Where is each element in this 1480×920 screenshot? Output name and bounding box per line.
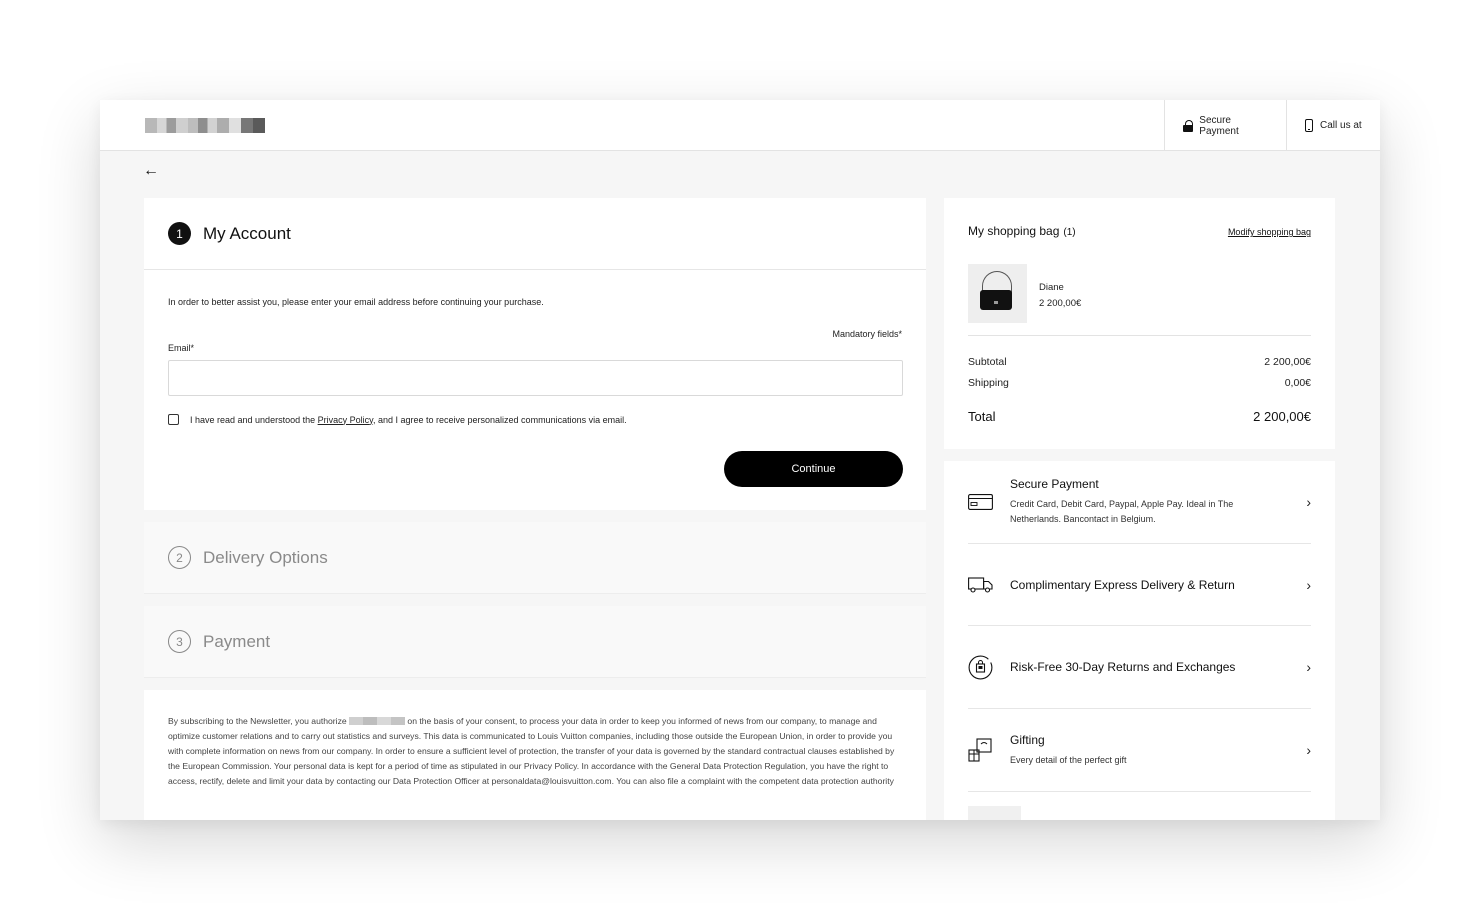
- subtotal-label: Subtotal: [968, 356, 1007, 368]
- secure-payment-label: Secure Payment: [1199, 114, 1239, 137]
- service-text: Complimentary Express Delivery & Return: [1010, 578, 1306, 592]
- my-account-header: 1 My Account: [144, 198, 926, 270]
- service-returns[interactable]: Risk-Free 30-Day Returns and Exchanges ›: [968, 626, 1311, 709]
- email-input[interactable]: [168, 360, 903, 396]
- service-text: Secure Payment Credit Card, Debit Card, …: [1010, 477, 1306, 527]
- services-list: Secure Payment Credit Card, Debit Card, …: [944, 461, 1335, 820]
- service-title: Gifting: [1010, 732, 1045, 747]
- delivery-options-step: 2 Delivery Options: [144, 522, 926, 594]
- total-row: Total 2 200,00€: [968, 409, 1311, 424]
- my-account-section: 1 My Account In order to better assist y…: [144, 198, 926, 510]
- brand-logo-redacted[interactable]: [145, 118, 265, 133]
- payment-title: Payment: [203, 631, 271, 651]
- bag-item-info: Diane 2 200,00€: [1039, 264, 1081, 323]
- privacy-consent-text: I have read and understood the Privacy P…: [190, 415, 627, 425]
- redacted-company-name: [349, 717, 406, 725]
- secure-payment-link[interactable]: Secure Payment: [1164, 100, 1286, 151]
- credit-card-icon: [968, 494, 993, 510]
- subtotal-value: 2 200,00€: [1264, 356, 1311, 368]
- email-label: Email*: [168, 343, 195, 353]
- my-account-title: My Account: [203, 223, 291, 243]
- service-packaging[interactable]: [968, 792, 1311, 820]
- subtotal-row: Subtotal 2 200,00€: [968, 356, 1311, 368]
- privacy-consent-checkbox[interactable]: [168, 414, 179, 425]
- payment-step: 3 Payment: [144, 606, 926, 678]
- consent-text-after: , and I agree to receive personalized co…: [372, 414, 627, 425]
- shopping-bag-header: My shopping bag (1) Modify shopping bag: [968, 224, 1311, 238]
- chevron-right-icon: ›: [1306, 576, 1311, 593]
- returns-bag-icon: [968, 655, 993, 680]
- service-title: Complimentary Express Delivery & Return: [1010, 577, 1235, 592]
- gift-box-icon: [968, 737, 993, 763]
- service-description: Every detail of the perfect gift: [1010, 754, 1127, 765]
- call-us-label: Call us at: [1320, 120, 1362, 131]
- mandatory-fields-note: Mandatory fields*: [832, 329, 902, 339]
- bag-item: Diane 2 200,00€: [968, 264, 1081, 323]
- shopping-bag-title: My shopping bag (1): [968, 224, 1076, 238]
- legal-text-before: By subscribing to the Newsletter, you au…: [168, 716, 350, 726]
- delivery-truck-icon: [968, 576, 993, 593]
- service-express-delivery[interactable]: Complimentary Express Delivery & Return …: [968, 544, 1311, 626]
- consent-text-before: I have read and understood the: [190, 414, 318, 425]
- privacy-policy-link[interactable]: Privacy Policy: [318, 415, 373, 425]
- product-name: Diane: [1039, 282, 1064, 293]
- chevron-right-icon: ›: [1306, 494, 1311, 510]
- newsletter-legal-text: By subscribing to the Newsletter, you au…: [168, 714, 902, 789]
- total-label: Total: [968, 409, 996, 424]
- total-value: 2 200,00€: [1253, 409, 1311, 424]
- shipping-value: 0,00€: [1284, 377, 1311, 389]
- chevron-right-icon: ›: [1306, 659, 1311, 675]
- step-number-3: 3: [168, 630, 191, 653]
- lock-icon: [1183, 119, 1194, 132]
- shipping-row: Shipping 0,00€: [968, 377, 1311, 389]
- checkout-window: Secure Payment Call us at ← 1 My Account…: [100, 100, 1380, 820]
- product-thumbnail: [968, 264, 1027, 323]
- bag-divider: [968, 335, 1311, 336]
- shopping-bag-summary: My shopping bag (1) Modify shopping bag D…: [944, 198, 1335, 449]
- service-title: Secure Payment: [1010, 477, 1099, 491]
- service-title: Risk-Free 30-Day Returns and Exchanges: [1010, 660, 1236, 674]
- newsletter-legal-section: By subscribing to the Newsletter, you au…: [144, 690, 926, 820]
- chevron-right-icon: ›: [1306, 742, 1311, 758]
- privacy-consent-row: I have read and understood the Privacy P…: [168, 414, 627, 425]
- step-number-2: 2: [168, 546, 191, 569]
- product-price: 2 200,00€: [1039, 298, 1082, 309]
- legal-text-after: on the basis of your consent, to process…: [168, 716, 895, 786]
- service-gifting[interactable]: Gifting Every detail of the perfect gift…: [968, 709, 1311, 792]
- service-description: Credit Card, Debit Card, Paypal, Apple P…: [1010, 499, 1234, 524]
- packaging-thumbnail: [968, 806, 1021, 820]
- shipping-label: Shipping: [968, 377, 1009, 389]
- service-secure-payment[interactable]: Secure Payment Credit Card, Debit Card, …: [968, 461, 1311, 544]
- continue-button[interactable]: Continue: [724, 451, 903, 487]
- shopping-bag-title-text: My shopping bag: [968, 224, 1060, 238]
- delivery-options-title: Delivery Options: [203, 547, 328, 567]
- account-intro-text: In order to better assist you, please en…: [168, 297, 544, 307]
- service-text: Risk-Free 30-Day Returns and Exchanges: [1010, 660, 1306, 674]
- phone-icon: [1305, 119, 1313, 132]
- back-arrow-icon[interactable]: ←: [143, 162, 159, 180]
- call-us-link[interactable]: Call us at: [1286, 100, 1380, 151]
- service-text: Gifting Every detail of the perfect gift: [1010, 733, 1306, 768]
- modify-shopping-bag-link[interactable]: Modify shopping bag: [1228, 227, 1311, 237]
- top-bar: Secure Payment Call us at: [100, 100, 1380, 151]
- shopping-bag-count: (1): [1063, 227, 1076, 238]
- step-number-1: 1: [168, 222, 191, 245]
